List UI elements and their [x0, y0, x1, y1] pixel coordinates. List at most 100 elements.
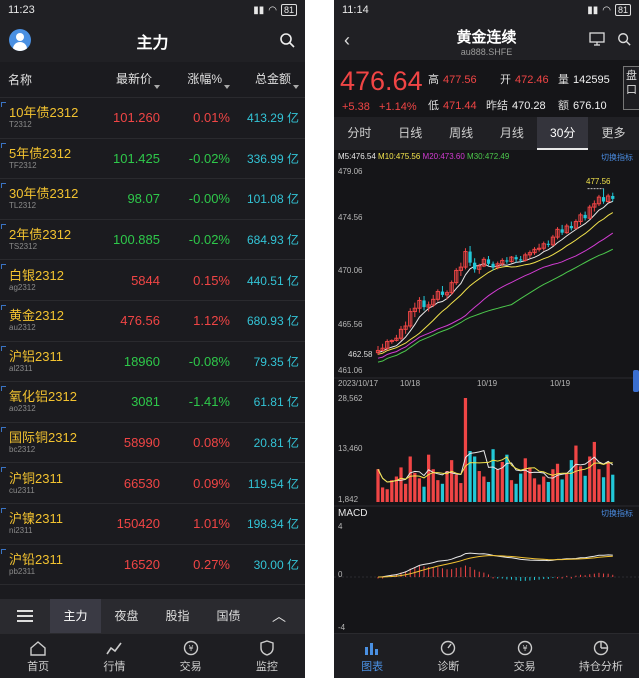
last-price: 150420 [116, 516, 160, 532]
home-icon [30, 641, 46, 656]
tab-daily[interactable]: 日线 [385, 117, 436, 150]
volume-bar [399, 467, 403, 502]
nav-chart[interactable]: 图表 [334, 634, 410, 678]
tab-intraday[interactable]: 分时 [334, 117, 385, 150]
bottom-nav: 首页 行情 ¥ 交易 监控 [0, 633, 305, 678]
table-row[interactable]: 氧化铝2312 ao2312 3081 -1.41% 61.81 亿 [0, 382, 305, 423]
ma10-line [377, 212, 614, 355]
bottom-nav: 图表 诊断 ¥ 交易 持仓分析 [334, 633, 639, 678]
candlestick-chart[interactable] [334, 150, 639, 632]
sort-icon [293, 85, 299, 89]
table-row[interactable]: 5年债2312 TF2312 101.425 -0.02% 336.99 亿 [0, 139, 305, 180]
nav-home[interactable]: 首页 [0, 634, 76, 678]
avatar[interactable] [9, 29, 31, 51]
last-price: 476.64 [340, 66, 423, 96]
tab-main[interactable]: 主力 [50, 599, 101, 633]
status-icons: ▮▮ ◠ 81 [587, 4, 631, 16]
volume-bar [380, 487, 385, 502]
search-icon[interactable] [279, 32, 295, 48]
nav-trade[interactable]: ¥ 交易 [487, 634, 563, 678]
volume-bar [569, 460, 573, 502]
volume-bar [537, 484, 541, 502]
tab-bond[interactable]: 国债 [203, 599, 254, 633]
table-row[interactable]: 黄金2312 au2312 476.56 1.12% 680.93 亿 [0, 301, 305, 342]
col-price[interactable]: 最新价 [95, 70, 160, 89]
table-row[interactable]: 30年债2312 TL2312 98.07 -0.00% 101.08 亿 [0, 179, 305, 220]
instrument-code: bc2312 [9, 445, 36, 455]
volume-bar [588, 456, 592, 502]
instrument-code: T2312 [9, 120, 32, 130]
instrument-code: au888.SHFE [460, 47, 513, 57]
volume-bar [454, 474, 458, 502]
volume-bar [482, 476, 486, 502]
table-row[interactable]: 沪铜2311 cu2311 66530 0.09% 119.54 亿 [0, 463, 305, 504]
search-icon[interactable] [617, 32, 631, 46]
row-name-cell: 黄金2312 au2312 [0, 308, 95, 333]
col-amount[interactable]: 总金额 [230, 70, 305, 89]
row-marker-icon [1, 345, 6, 351]
tab-weekly[interactable]: 周线 [436, 117, 487, 150]
row-name-cell: 沪镍2311 ni2311 [0, 511, 95, 536]
left-phone-screen: 11:23 ▮▮ ◠ 81 主力 名称 最新价 涨幅% 总金额 10年债2312… [0, 0, 305, 678]
candle-body [611, 196, 615, 199]
menu-icon[interactable] [0, 609, 50, 623]
table-row[interactable]: 10年债2312 T2312 101.260 0.01% 413.29 亿 [0, 98, 305, 139]
volume-bar [565, 472, 569, 502]
orderbook-button[interactable]: 盘口 [623, 66, 639, 110]
row-name-cell: 沪铅2311 pb2311 [0, 552, 95, 577]
last-price: 66530 [123, 475, 160, 491]
chart-area: M5:476.54 M10:475.56 M20:473.60 M30:472.… [334, 150, 639, 632]
change-percent: -0.02% [188, 150, 230, 166]
low-marker: 462.58 [348, 350, 373, 359]
screen-icon[interactable] [589, 32, 605, 46]
col-name[interactable]: 名称 [0, 71, 95, 88]
instrument-name: 沪铝2311 [9, 348, 63, 364]
col-change[interactable]: 涨幅% [160, 70, 230, 89]
candle-body [422, 300, 426, 308]
change-percent: -0.00% [188, 191, 230, 207]
bar-chart-icon [365, 643, 379, 655]
nav-position-analysis[interactable]: 持仓分析 [563, 634, 639, 678]
instrument-code: TL2312 [9, 201, 37, 211]
chevron-up-icon[interactable]: ︿ [254, 606, 304, 626]
quote-open: 开 472.46 [500, 74, 549, 86]
tab-more[interactable]: 更多 [588, 117, 639, 150]
nav-market[interactable]: 行情 [76, 634, 152, 678]
table-row[interactable]: 沪铅2311 pb2311 16520 0.27% 30.00 亿 [0, 545, 305, 586]
volume-bar [450, 460, 454, 502]
tab-night[interactable]: 夜盘 [101, 599, 152, 633]
table-row[interactable]: 国际铜2312 bc2312 58990 0.08% 20.81 亿 [0, 423, 305, 464]
switch-indicator-link[interactable]: 切换指标 [601, 508, 633, 519]
instrument-name: 30年债2312 [9, 186, 79, 202]
tab-index[interactable]: 股指 [152, 599, 203, 633]
nav-diagnose[interactable]: 诊断 [410, 634, 486, 678]
candle-body [583, 214, 587, 219]
total-amount: 413.29 亿 [246, 111, 299, 126]
volume-bar [431, 469, 435, 502]
volume-bar [413, 472, 417, 502]
volume-bar [445, 471, 449, 502]
candle-body [491, 263, 495, 268]
volume-bar [542, 476, 546, 502]
date-label: 10/19 [477, 379, 498, 388]
tab-30min[interactable]: 30分 [537, 117, 589, 150]
price-axis-label: 479.06 [338, 167, 363, 176]
row-name-cell: 10年债2312 T2312 [0, 105, 95, 130]
table-row[interactable]: 白银2312 ag2312 5844 0.15% 440.51 亿 [0, 260, 305, 301]
tab-monthly[interactable]: 月线 [486, 117, 537, 150]
nav-monitor[interactable]: 监控 [229, 634, 305, 678]
nav-trade[interactable]: ¥ 交易 [153, 634, 229, 678]
volume-bar [459, 483, 463, 502]
macd-axis-label: 4 [338, 522, 343, 531]
volume-bar [427, 454, 431, 502]
instrument-code: TS2312 [9, 242, 38, 252]
back-icon[interactable]: ‹ [344, 30, 350, 51]
total-amount: 684.93 亿 [246, 233, 299, 248]
quote-prev-settle: 昨结 470.28 [486, 100, 546, 112]
price-axis-label: 465.56 [338, 320, 363, 329]
status-time: 11:14 [342, 4, 369, 16]
candle-body [569, 226, 573, 229]
table-row[interactable]: 2年债2312 TS2312 100.885 -0.02% 684.93 亿 [0, 220, 305, 261]
table-row[interactable]: 沪铝2311 al2311 18960 -0.08% 79.35 亿 [0, 342, 305, 383]
table-row[interactable]: 沪镍2311 ni2311 150420 1.01% 198.34 亿 [0, 504, 305, 545]
